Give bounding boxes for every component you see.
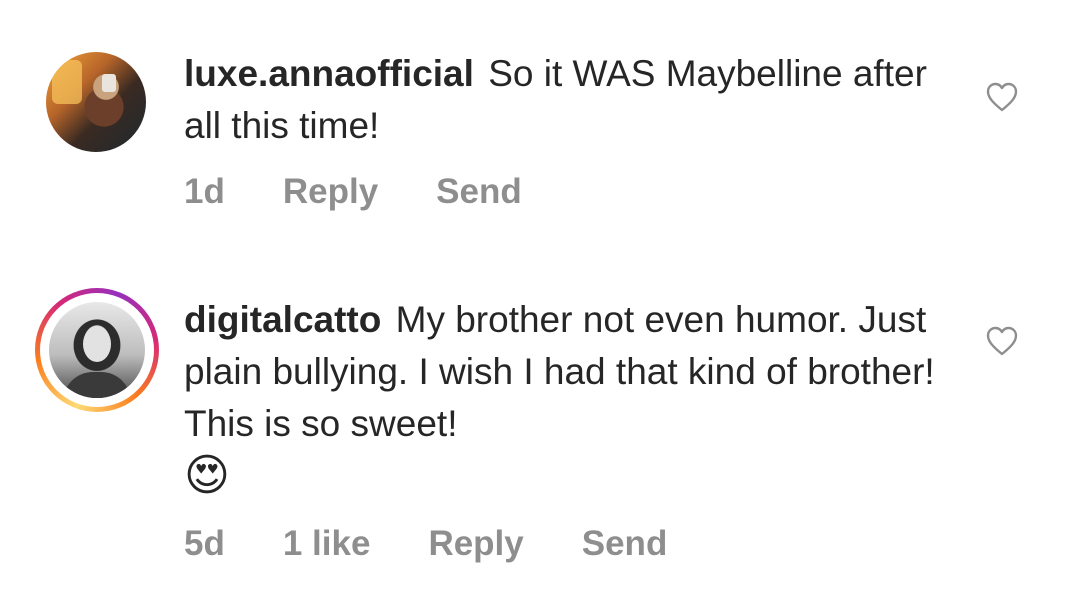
comment-timestamp: 1d	[184, 172, 225, 211]
heart-outline-icon[interactable]	[986, 82, 1018, 112]
send-button[interactable]: Send	[582, 524, 668, 564]
comment-body: digitalcatto My brother not even humor. …	[184, 294, 954, 504]
comment-username[interactable]: luxe.annaofficial	[184, 53, 474, 94]
avatar[interactable]	[46, 52, 146, 152]
comment-item: luxe.annaofficial So it WAS Maybelline a…	[0, 0, 1080, 250]
comment-actions: 1d Reply Send	[184, 172, 580, 212]
avatar-photo-detail	[102, 74, 116, 92]
comment-body: luxe.annaofficial So it WAS Maybelline a…	[184, 48, 954, 152]
heart-outline-icon-graphic	[986, 82, 1018, 112]
avatar-photo-detail	[63, 372, 131, 398]
avatar-photo-detail	[83, 326, 111, 362]
comment-username[interactable]: digitalcatto	[184, 299, 381, 340]
reply-button[interactable]: Reply	[428, 524, 523, 564]
heart-outline-icon-graphic	[986, 326, 1018, 356]
heart-outline-icon[interactable]	[986, 326, 1018, 356]
story-ring[interactable]	[35, 288, 159, 412]
avatar[interactable]	[49, 302, 145, 398]
reply-button[interactable]: Reply	[283, 172, 378, 212]
avatar-photo-detail	[52, 60, 82, 104]
comment-actions: 5d 1 like Reply Send	[184, 524, 725, 564]
heart-eyes-emoji: 😍	[184, 450, 230, 501]
likes-count[interactable]: 1 like	[283, 524, 371, 564]
comment-timestamp: 5d	[184, 524, 225, 563]
send-button[interactable]: Send	[436, 172, 522, 212]
comment-item: digitalcatto My brother not even humor. …	[0, 250, 1080, 614]
